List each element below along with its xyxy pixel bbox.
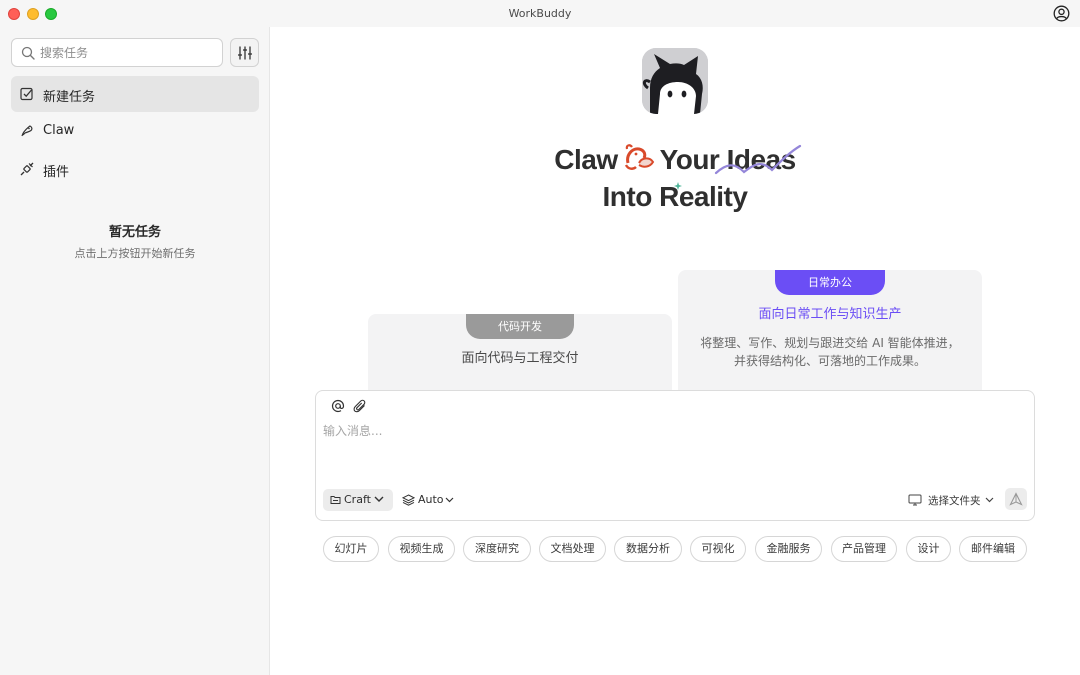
sidebar-item-claw[interactable]: Claw bbox=[11, 113, 259, 149]
app-logo bbox=[642, 48, 708, 114]
chip-financial-services[interactable]: 金融服务 bbox=[755, 536, 822, 562]
message-input[interactable] bbox=[323, 422, 1023, 476]
sidebar-item-plugins[interactable]: 插件 bbox=[11, 151, 259, 187]
search-box[interactable] bbox=[11, 38, 223, 67]
mode-label: Craft bbox=[344, 493, 371, 506]
sidebar-item-label: 插件 bbox=[43, 165, 70, 180]
send-button[interactable] bbox=[1005, 488, 1027, 510]
lobster-icon bbox=[624, 144, 654, 170]
sidebar-item-new-task[interactable]: 新建任务 bbox=[11, 76, 259, 112]
filter-button[interactable] bbox=[230, 38, 259, 67]
layers-icon bbox=[402, 494, 415, 506]
new-task-icon bbox=[20, 87, 33, 101]
chip-design[interactable]: 设计 bbox=[906, 536, 951, 562]
paperclip-icon[interactable] bbox=[353, 399, 367, 413]
chip-visualization[interactable]: 可视化 bbox=[690, 536, 746, 562]
folder-icon bbox=[330, 496, 341, 504]
monitor-icon bbox=[908, 494, 922, 506]
strikethrough-decoration bbox=[714, 144, 802, 175]
plugin-icon bbox=[20, 162, 34, 176]
sidebar-item-label: 新建任务 bbox=[43, 90, 96, 105]
chevron-down-icon bbox=[445, 497, 454, 503]
empty-state-subtitle: 点击上方按钮开始新任务 bbox=[74, 247, 196, 260]
at-mention-icon[interactable] bbox=[331, 399, 345, 413]
office-card[interactable]: 日常办公 面向日常工作与知识生产 将整理、写作、规划与跟进交给 AI 智能体推进… bbox=[678, 270, 982, 392]
hero-headline-line1: Claw Your Ideas bbox=[270, 143, 1080, 176]
chip-video-generation[interactable]: 视频生成 bbox=[388, 536, 455, 562]
title-bar: WorkBuddy bbox=[0, 0, 1080, 27]
code-dev-card-title: 面向代码与工程交付 bbox=[461, 351, 579, 366]
chevron-down-icon bbox=[374, 496, 384, 502]
sliders-icon bbox=[238, 46, 252, 60]
chip-product-management[interactable]: 产品管理 bbox=[831, 536, 897, 562]
code-dev-tab[interactable]: 代码开发 bbox=[466, 314, 574, 339]
user-account-icon[interactable] bbox=[1053, 5, 1070, 22]
model-select-button[interactable]: Auto bbox=[400, 489, 460, 511]
code-dev-card[interactable]: 代码开发 面向代码与工程交付 bbox=[368, 314, 672, 392]
empty-state-title: 暂无任务 bbox=[108, 225, 161, 240]
chip-document-processing[interactable]: 文档处理 bbox=[539, 536, 606, 562]
search-icon bbox=[21, 46, 35, 60]
mode-select-button[interactable]: Craft bbox=[323, 489, 393, 511]
chip-email-editing[interactable]: 邮件编辑 bbox=[959, 536, 1027, 562]
select-folder-button[interactable]: 选择文件夹 bbox=[908, 489, 998, 511]
folder-label: 选择文件夹 bbox=[928, 495, 981, 507]
chip-data-analysis[interactable]: 数据分析 bbox=[614, 536, 682, 562]
window-title: WorkBuddy bbox=[508, 7, 572, 20]
model-label: Auto bbox=[418, 493, 444, 506]
send-arrow-icon bbox=[1009, 492, 1023, 506]
sidebar: 新建任务 Claw 插件 暂无任务 点击上方按钮开始新任务 bbox=[0, 27, 270, 675]
search-input[interactable] bbox=[40, 43, 216, 62]
main-panel: Claw Your Ideas Into Reality 代码开发 面向代码与工… bbox=[270, 27, 1080, 675]
hero-word-claw: Claw bbox=[554, 144, 618, 175]
office-card-description: 将整理、写作、规划与跟进交给 AI 智能体推进，并获得结构化、可落地的工作成果。 bbox=[700, 336, 960, 368]
chip-deep-research[interactable]: 深度研究 bbox=[463, 536, 531, 562]
office-tab[interactable]: 日常办公 bbox=[775, 270, 885, 295]
sidebar-item-label: Claw bbox=[43, 123, 75, 138]
sparkle-icon bbox=[674, 182, 682, 190]
office-card-title: 面向日常工作与知识生产 bbox=[758, 307, 902, 322]
octocat-logo-icon bbox=[642, 48, 708, 114]
chip-slides[interactable]: 幻灯片 bbox=[323, 536, 379, 562]
claw-icon bbox=[21, 125, 33, 137]
message-composer[interactable]: Craft Auto 选择文件夹 bbox=[315, 390, 1035, 521]
chevron-down-icon bbox=[985, 497, 994, 503]
